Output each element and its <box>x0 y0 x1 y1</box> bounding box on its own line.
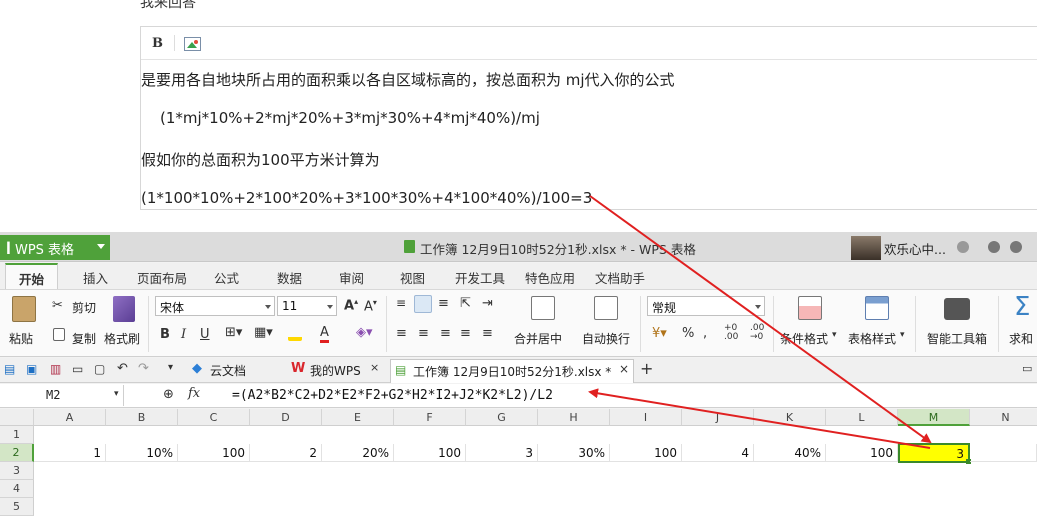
arrow-result-to-cell <box>589 195 932 444</box>
arrow-cell-to-formula <box>588 388 931 449</box>
annotation-arrows <box>588 195 932 449</box>
